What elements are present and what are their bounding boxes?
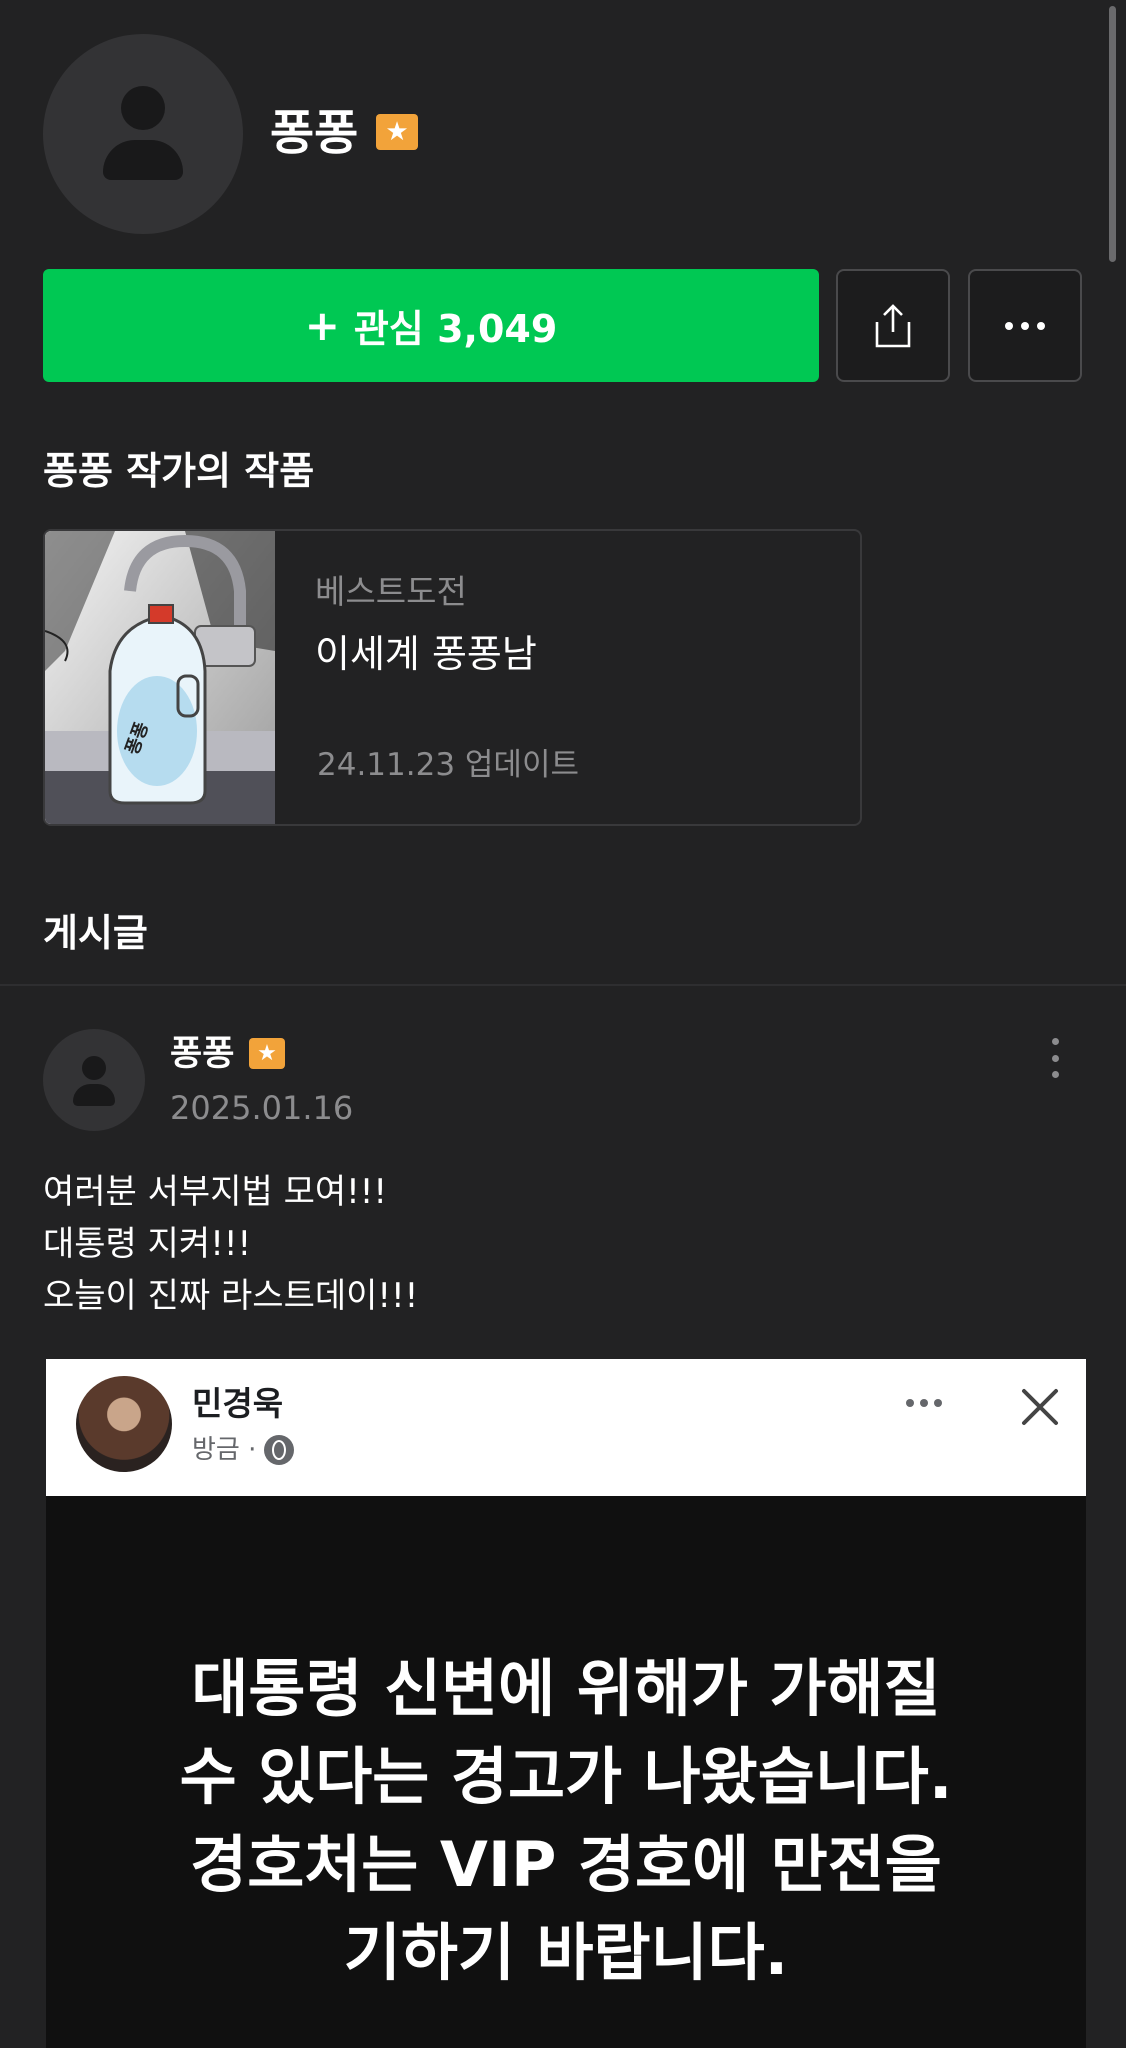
post-body: 여러분 서부지법 모여!!! 대통령 지켜!!! 오늘이 진짜 라스트데이!!! (43, 1166, 418, 1322)
post-line: 여러분 서부지법 모여!!! (43, 1172, 388, 1212)
work-thumbnail: 퐁퐁 (45, 531, 275, 824)
work-update-date: 24.11.23 업데이트 (317, 747, 579, 783)
profile-name: 퐁퐁 (270, 105, 359, 161)
best-challenge-badge-icon: ★ (376, 114, 418, 150)
plus-icon: + (304, 301, 340, 350)
post-author-badge-icon: ★ (249, 1038, 285, 1069)
follow-button[interactable]: + 관심 3,049 (43, 269, 819, 382)
post-author-name[interactable]: 퐁퐁 (170, 1033, 234, 1075)
embedded-line: 기하기 바랍니다. (343, 1916, 789, 1989)
embedded-line: 수 있다는 경고가 나왔습니다. (179, 1740, 953, 1813)
works-section-title: 퐁퐁 작가의 작품 (43, 449, 315, 493)
avatar-body-shape (103, 140, 183, 180)
embedded-author-avatar (76, 1376, 172, 1472)
more-button[interactable] (968, 269, 1082, 382)
post-line: 오늘이 진짜 라스트데이!!! (43, 1276, 419, 1316)
detergent-bottle-illustration: 퐁퐁 (45, 531, 275, 824)
work-title: 이세계 퐁퐁남 (315, 632, 537, 676)
embedded-line: 대통령 신변에 위해가 가해질 (191, 1652, 941, 1725)
posts-section-title: 게시글 (43, 911, 148, 955)
embedded-line: 경호처는 VIP 경호에 만전을 (190, 1828, 942, 1901)
author-page: 퐁퐁 ★ + 관심 3,049 퐁퐁 작가의 작품 퐁퐁 베스트도전 이세계 퐁… (0, 0, 1126, 2048)
post-line: 대통령 지켜!!! (43, 1224, 252, 1264)
embedded-time-text: 방금 · (192, 1435, 257, 1465)
embedded-post-header: 민경욱 방금 · (46, 1359, 1086, 1496)
share-icon (875, 303, 911, 347)
avatar-head-shape (121, 86, 165, 130)
profile-avatar (43, 34, 243, 234)
close-icon (1022, 1389, 1058, 1425)
follow-label: 관심 3,049 (353, 307, 558, 351)
more-horizontal-icon (1005, 321, 1045, 330)
post-more-vertical-icon[interactable] (1043, 1036, 1067, 1080)
divider (0, 984, 1126, 986)
post-image[interactable]: 민경욱 방금 · 대통령 신변에 위해가 가해질 수 있다는 경고가 나왔습니다… (46, 1359, 1086, 2048)
work-category: 베스트도전 (315, 572, 467, 611)
work-card[interactable]: 퐁퐁 베스트도전 이세계 퐁퐁남 24.11.23 업데이트 (43, 529, 862, 826)
more-horizontal-icon (906, 1399, 942, 1407)
scrollbar[interactable] (1109, 6, 1116, 262)
embedded-author-name: 민경욱 (192, 1384, 284, 1423)
embedded-post-text: 대통령 신변에 위해가 가해질 수 있다는 경고가 나왔습니다. 경호처는 VI… (46, 1645, 1086, 1997)
post-author-avatar[interactable] (43, 1029, 145, 1131)
embedded-post-time: 방금 · (192, 1433, 295, 1467)
post-date: 2025.01.16 (170, 1089, 354, 1127)
share-button[interactable] (836, 269, 950, 382)
globe-icon (264, 1435, 295, 1465)
